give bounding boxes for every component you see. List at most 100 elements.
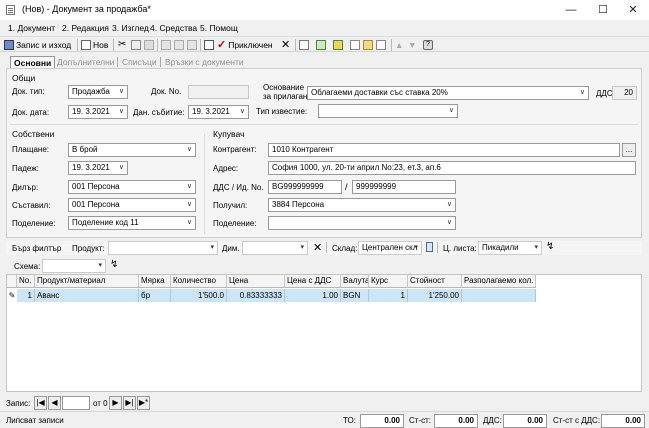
warehouse-select[interactable]: Централен скл ▾ <box>358 241 422 255</box>
cut-icon[interactable]: ✂ <box>118 38 126 52</box>
tax-event-field[interactable]: 19. 3.2021 ∨ <box>188 105 249 119</box>
copy-icon[interactable] <box>131 38 141 52</box>
buyer-division-select[interactable]: ∨ <box>268 216 456 230</box>
product-filter-select[interactable]: ▾ <box>108 241 218 255</box>
paste-icon[interactable] <box>144 38 154 52</box>
new-item-icon[interactable] <box>350 38 360 52</box>
tab-additional[interactable]: Допълнителни <box>54 56 118 68</box>
grid-header-product[interactable]: Продукт/материал <box>35 275 139 288</box>
st-label: Ст-ст: <box>409 416 431 425</box>
chevron-down-icon: ∨ <box>118 164 124 171</box>
document-icon <box>6 5 15 15</box>
maximize-button[interactable]: ☐ <box>587 0 619 20</box>
chevron-down-icon: ▾ <box>534 244 538 251</box>
address-label: Адрес: <box>213 164 239 173</box>
doc-no-field[interactable] <box>188 85 249 99</box>
edit-document-icon[interactable] <box>204 38 214 52</box>
prev-record-button[interactable]: ◀ <box>48 396 61 410</box>
grid-header-price[interactable]: Цена <box>227 275 285 288</box>
print-icon[interactable] <box>161 38 171 52</box>
export-icon[interactable] <box>187 38 197 52</box>
notice-select[interactable]: ∨ <box>318 104 458 118</box>
minimize-button[interactable]: — <box>555 0 587 20</box>
table-cell-rate[interactable]: 1 <box>369 289 408 302</box>
table-cell-unit[interactable]: бр <box>139 289 171 302</box>
grid-header-available[interactable]: Разполагаемо кол. <box>462 275 536 288</box>
tab-main[interactable]: Основни <box>10 56 56 68</box>
vat-no-field[interactable]: BG999999999 <box>268 180 342 194</box>
grid-header-unit[interactable]: Мярка <box>139 275 171 288</box>
new-record-button[interactable]: ▶* <box>137 396 150 410</box>
save-exit-button[interactable]: Запис и изход <box>4 38 71 52</box>
menu-document[interactable]: 1. Документ <box>8 23 55 33</box>
grid-header-currency[interactable]: Валута <box>341 275 369 288</box>
clear-filter-icon[interactable]: ✕ <box>313 241 322 254</box>
table-cell-price-vat[interactable]: 1.00 <box>285 289 341 302</box>
posted-button[interactable]: ✓ Приключен <box>217 38 273 52</box>
attach-icon[interactable] <box>299 38 309 52</box>
own-division-select[interactable]: Поделение код 11 ∨ <box>68 216 196 230</box>
edit-pencil-icon: ✎ <box>8 291 16 300</box>
last-record-button[interactable]: ▶| <box>123 396 136 410</box>
basis-select[interactable]: Облагаеми доставки със ставка 20% ∨ <box>307 86 589 100</box>
table-cell-no[interactable]: 1 <box>17 289 35 302</box>
help-icon[interactable]: ? <box>423 38 433 52</box>
image-icon[interactable] <box>333 38 343 52</box>
tab-lists[interactable]: Списъци <box>119 56 160 68</box>
table-cell-available[interactable] <box>462 289 536 302</box>
table-cell-product[interactable]: Аванс <box>35 289 139 302</box>
pricelist-select[interactable]: Пикадили ▾ <box>478 241 542 255</box>
own-division-label: Поделение: <box>12 219 56 228</box>
contragent-field[interactable]: 1010 Контрагент <box>268 143 620 157</box>
receiver-select[interactable]: 3884 Персона ∨ <box>268 198 456 212</box>
composer-select[interactable]: 001 Персона ∨ <box>68 198 196 212</box>
first-record-button[interactable]: |◀ <box>34 396 47 410</box>
arrow-down-icon[interactable]: ▼ <box>408 38 416 52</box>
warehouse-list-icon[interactable] <box>426 242 433 252</box>
menu-help[interactable]: 5. Помощ <box>200 23 238 33</box>
record-number-field[interactable] <box>62 396 90 410</box>
pricelist-settings-icon[interactable]: ↯ <box>546 241 554 252</box>
menu-edit[interactable]: 2. Редакция <box>62 23 109 33</box>
refresh-icon[interactable] <box>316 38 326 52</box>
dealer-select[interactable]: 001 Персона ∨ <box>68 180 196 194</box>
close-button[interactable]: ✕ <box>617 0 649 20</box>
toolbar-separator <box>391 39 392 51</box>
menu-view[interactable]: 3. Изглед <box>112 23 149 33</box>
grid-header-no[interactable]: No. <box>17 275 35 288</box>
id-no-field[interactable]: 999999999 <box>352 180 456 194</box>
tab-document-links[interactable]: Връзки с документи <box>162 56 247 68</box>
schema-settings-icon[interactable]: ↯ <box>110 259 118 270</box>
table-cell-qty[interactable]: 1'500.0 <box>171 289 227 302</box>
table-cell-value[interactable]: 1'250.00 <box>408 289 462 302</box>
table-cell-price[interactable]: 0.83333333 <box>227 289 285 302</box>
tab-separator <box>117 57 118 67</box>
new-button[interactable]: Нов <box>81 38 108 52</box>
menu-tools[interactable]: 4. Средства <box>150 23 197 33</box>
cancel-icon[interactable]: ✕ <box>281 38 290 52</box>
table-cell-currency[interactable]: BGN <box>341 289 369 302</box>
print-preview-icon[interactable] <box>174 38 184 52</box>
copy-item-icon[interactable] <box>376 38 386 52</box>
grid-header-rate[interactable]: Курс <box>369 275 408 288</box>
schema-select[interactable]: ▾ <box>42 259 106 273</box>
doc-date-field[interactable]: 19. 3.2021 ∨ <box>68 105 128 119</box>
grid-header-value[interactable]: Стойност <box>408 275 462 288</box>
dim-filter-select[interactable]: ▾ <box>242 241 308 255</box>
address-field[interactable]: София 1000, ул. 20-ти април No:23, ет.3,… <box>268 161 636 175</box>
vat-field[interactable]: 20 <box>612 86 637 100</box>
toolbar-separator <box>326 242 327 253</box>
grid-header-qty[interactable]: Количество <box>171 275 227 288</box>
arrow-up-icon[interactable]: ▲ <box>395 38 403 52</box>
next-record-button[interactable]: ▶ <box>109 396 122 410</box>
chevron-down-icon: ∨ <box>448 107 454 114</box>
due-date-field[interactable]: 19. 3.2021 ∨ <box>68 161 128 175</box>
chevron-down-icon: ∨ <box>118 88 124 95</box>
doc-type-select[interactable]: Продажба ∨ <box>68 85 128 99</box>
grid-header-price-vat[interactable]: Цена с ДДС <box>285 275 341 288</box>
folder-icon[interactable] <box>363 38 373 52</box>
payment-select[interactable]: В брой ∨ <box>68 143 196 157</box>
contragent-more-button[interactable]: ... <box>622 143 636 157</box>
new-document-icon <box>81 40 91 50</box>
toolbar-separator <box>437 242 438 253</box>
